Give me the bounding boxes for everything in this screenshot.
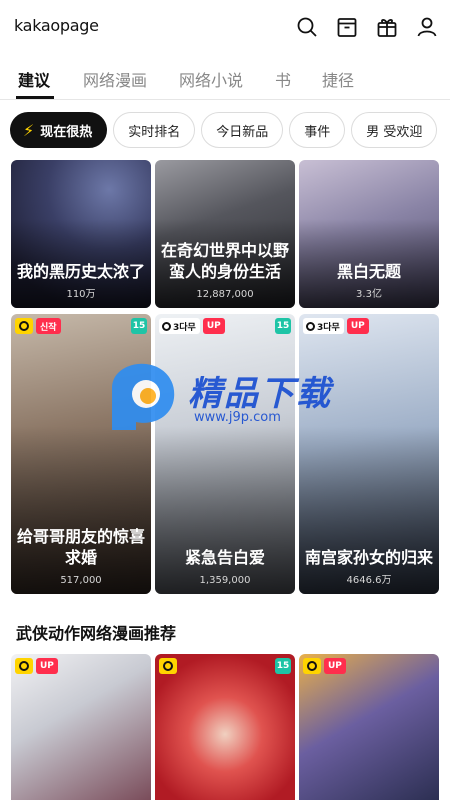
watermark-text: 精品下载 [188,374,332,414]
profile-icon[interactable] [414,14,440,40]
filter-chips: ⚡ 现在很热 实时排名 今日新品 事件 男 受欢迎 [10,112,438,148]
card-cover-image [11,654,151,800]
chip-hot-now[interactable]: ⚡ 现在很热 [10,112,108,148]
up-badge: UP [346,318,369,334]
gift-icon[interactable] [374,14,400,40]
tab-books[interactable]: 书 [275,67,291,91]
age-rating-badge: 15 [275,318,291,334]
comic-card[interactable]: 在奇幻世界中以野蛮人的身份生活 12,887,000 [155,160,295,308]
up-badge: UP [202,318,225,334]
new-badge: 신작 [36,318,61,334]
card-title: 在奇幻世界中以野蛮人的身份生活 [161,241,290,281]
watermark-url: www.j9p.com [194,410,281,425]
card-title: 南宫家孙女的归来 [305,548,434,567]
wait-badge: 3다무 [303,318,344,334]
age-rating-badge: 15 [131,318,147,334]
active-tab-indicator [16,96,54,99]
up-badge: UP [324,658,346,674]
card-view-count: 12,887,000 [196,289,254,300]
watermark: 精品下载 www.j9p.com [102,354,372,444]
tab-webtoon[interactable]: 网络漫画 [83,67,147,91]
tab-webnovel[interactable]: 网络小说 [179,67,243,91]
chip-male-popular[interactable]: 男 受欢迎 [351,112,438,148]
bolt-icon: ⚡ [23,120,35,140]
section-title: 武侠动作网络漫画推荐 [16,624,177,643]
comic-card[interactable]: 黑白无题 3.3亿 [299,160,439,308]
chip-today-new[interactable]: 今日新品 [201,112,284,148]
wait-free-clock-icon [303,658,321,674]
tab-recommend[interactable]: 建议 [18,67,50,91]
comic-card[interactable]: 15 [155,654,295,800]
card-view-count: 1,359,000 [199,575,251,586]
watermark-logo-icon [112,363,175,430]
card-title: 给哥哥朋友的惊喜求婚 [17,527,146,567]
card-title: 紧急告白爱 [184,548,265,567]
card-view-count: 3.3亿 [356,289,382,300]
card-title: 我的黑历史太浓了 [17,262,146,281]
comic-card[interactable]: 我的黑历史太浓了 110万 [11,160,151,308]
card-cover-image [155,654,295,800]
chip-realtime-ranking[interactable]: 实时排名 [113,112,196,148]
storage-box-icon[interactable] [334,14,360,40]
wait-badge: 3다무 [159,318,200,334]
card-view-count: 110万 [66,289,96,300]
wait-free-clock-icon [15,318,33,334]
chip-label: 现在很热 [40,124,93,140]
card-title: 黑白无题 [336,262,401,281]
search-icon[interactable] [294,14,320,40]
app-logo[interactable]: kakaopage [14,16,99,35]
top-icons [294,14,440,40]
tab-shortcut[interactable]: 捷径 [322,67,354,91]
card-view-count: 4646.6万 [346,575,392,586]
age-rating-badge: 15 [275,658,291,674]
comic-card[interactable]: UP [299,654,439,800]
comic-card[interactable]: UP [11,654,151,800]
up-badge: UP [36,658,58,674]
wait-free-clock-icon [159,658,177,674]
top-bar: kakaopage [0,0,450,56]
chip-event[interactable]: 事件 [289,112,346,148]
card-view-count: 517,000 [60,575,102,586]
wait-free-clock-icon [15,658,33,674]
card-cover-image [299,654,439,800]
main-tabs: 建议 网络漫画 网络小说 书 捷径 [0,56,450,100]
